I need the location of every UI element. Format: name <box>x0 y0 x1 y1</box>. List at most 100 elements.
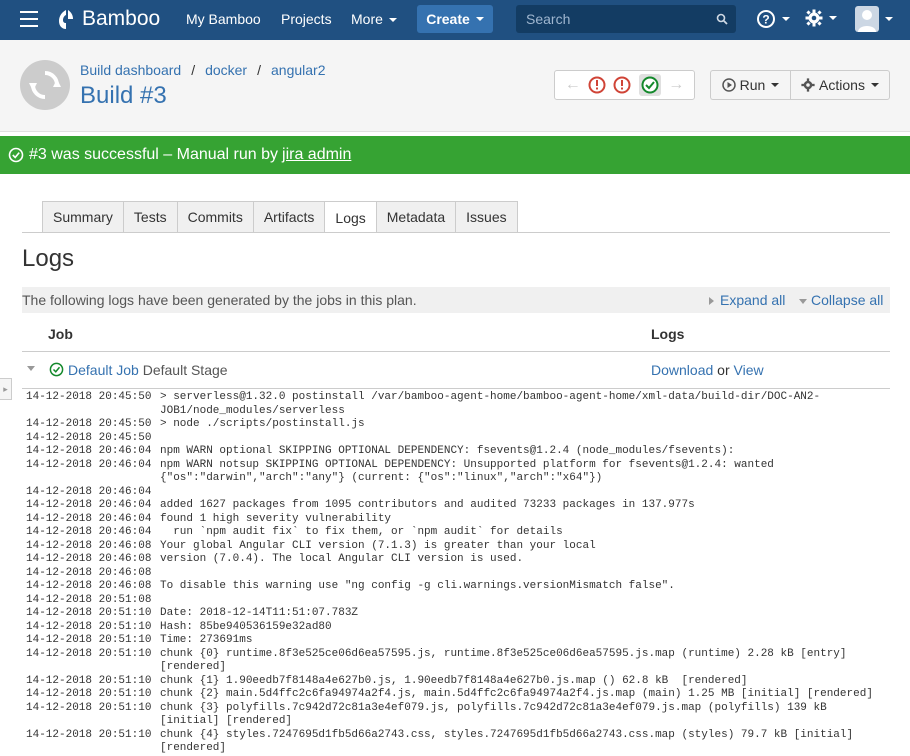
collapse-all-label: Collapse all <box>811 292 884 308</box>
breadcrumb: Build dashboard / docker / angular2 <box>80 62 326 78</box>
log-line: 14-12-2018 20:46:04 npm WARN notsup SKIPP… <box>22 459 890 486</box>
tab-commits[interactable]: Commits <box>176 201 254 232</box>
log-line: 14-12-2018 20:51:10 Time: 273691ms <box>22 634 890 648</box>
log-message: npm WARN optional SKIPPING OPTIONAL DEPE… <box>160 445 735 457</box>
search-input[interactable] <box>516 5 736 33</box>
log-timestamp: 14-12-2018 20:51:10 <box>26 728 152 741</box>
log-message: Hash: 85be940536159e32ad80 <box>160 620 332 633</box>
bamboo-logo[interactable]: Bamboo <box>56 7 160 31</box>
menu-icon[interactable] <box>20 11 38 27</box>
previous-build-arrow-icon[interactable]: ← <box>565 76 581 94</box>
user-menu[interactable] <box>855 6 893 32</box>
log-message <box>160 432 890 446</box>
job-log-links: Download or View <box>651 362 764 378</box>
collapse-all-link[interactable]: Collapse all <box>799 292 883 308</box>
top-navigation: Bamboo My Bamboo Projects More Create ? <box>0 0 910 40</box>
log-timestamp: 14-12-2018 20:51:10 <box>26 620 152 633</box>
help-icon: ? <box>757 10 775 28</box>
tab-metadata[interactable]: Metadata <box>375 201 457 232</box>
log-message <box>160 594 890 608</box>
log-line: 14-12-2018 20:45:50 > node ./scripts/post… <box>22 418 890 432</box>
log-timestamp: 14-12-2018 20:51:10 <box>26 701 152 714</box>
log-timestamp: 14-12-2018 20:46:08 <box>26 580 152 592</box>
create-label: Create <box>426 11 470 27</box>
breadcrumb-build-dashboard[interactable]: Build dashboard <box>80 62 181 78</box>
chevron-down-icon <box>885 17 893 21</box>
create-button[interactable]: Create <box>417 5 493 33</box>
log-line: 14-12-2018 20:46:08 Your global Angular C… <box>22 540 890 554</box>
nav-my-bamboo[interactable]: My Bamboo <box>186 11 261 27</box>
actions-label: Actions <box>819 77 865 93</box>
nav-more-label: More <box>351 11 383 27</box>
banner-user-link[interactable]: jira admin <box>282 146 351 164</box>
nav-projects[interactable]: Projects <box>281 11 332 27</box>
log-message: To disable this warning use "ng config -… <box>160 580 675 592</box>
chevron-right-icon <box>709 297 714 306</box>
expand-all-label: Expand all <box>720 292 786 308</box>
chevron-down-icon <box>771 83 780 87</box>
help-menu[interactable]: ? <box>756 9 790 29</box>
tab-issues[interactable]: Issues <box>455 201 518 232</box>
log-line: 14-12-2018 20:51:10 chunk {2} main.5d4ffc… <box>22 688 890 702</box>
svg-text:?: ? <box>762 13 769 27</box>
build-history-navigator: ← → <box>554 70 695 100</box>
column-header-logs: Logs <box>651 326 685 342</box>
job-stage: Default Stage <box>142 362 228 378</box>
log-line: 14-12-2018 20:46:04 found 1 high severity… <box>22 513 890 527</box>
failed-build-icon[interactable] <box>588 76 606 94</box>
failed-build-icon[interactable] <box>613 76 631 94</box>
next-build-arrow-icon[interactable]: → <box>668 76 684 94</box>
log-message: chunk {0} runtime.8f3e525ce06d6ea57595.j… <box>160 647 854 674</box>
log-message: chunk {3} polyfills.7c942d72c81a3e4ef079… <box>160 701 834 728</box>
log-message: > serverless@1.32.0 postinstall /var/bam… <box>160 391 821 417</box>
chevron-down-icon <box>782 17 790 21</box>
sidebar-expand-handle[interactable]: ▸ <box>0 378 12 400</box>
result-tabs: Summary Tests Commits Artifacts Logs Met… <box>42 201 518 233</box>
successful-build-icon[interactable] <box>638 74 661 96</box>
run-button[interactable]: Run <box>710 70 790 100</box>
job-name-link[interactable]: Default Job Default Stage <box>68 362 228 378</box>
breadcrumb-angular2[interactable]: angular2 <box>271 62 326 78</box>
job-name: Default Job <box>68 362 139 378</box>
log-message: run `npm audit fix` to fix them, or `npm… <box>160 526 563 538</box>
or-text: or <box>713 362 734 378</box>
tab-artifacts[interactable]: Artifacts <box>252 201 326 232</box>
log-line: 14-12-2018 20:45:50 > serverless@1.32.0 p… <box>22 391 890 418</box>
chevron-right-icon: ▸ <box>3 383 8 394</box>
gear-icon <box>801 78 815 92</box>
search-icon[interactable] <box>716 13 728 25</box>
logo-text: Bamboo <box>82 7 161 30</box>
tab-summary[interactable]: Summary <box>42 201 124 232</box>
tab-logs[interactable]: Logs <box>324 201 377 233</box>
log-timestamp: 14-12-2018 20:45:50 <box>26 418 152 430</box>
log-line: 14-12-2018 20:46:04 <box>22 486 890 500</box>
log-message: Your global Angular CLI version (7.1.3) … <box>160 539 596 552</box>
job-row: Default Job Default Stage Download or Vi… <box>22 353 890 387</box>
view-link[interactable]: View <box>734 362 764 378</box>
build-avatar <box>20 60 70 110</box>
log-line: 14-12-2018 20:51:10 Hash: 85be940536159e3… <box>22 621 890 635</box>
check-circle-icon <box>49 362 64 377</box>
download-link[interactable]: Download <box>651 362 713 378</box>
chevron-down-icon <box>829 16 837 20</box>
collapse-toggle-icon[interactable] <box>27 366 35 371</box>
log-line: 14-12-2018 20:51:10 chunk {1} 1.90eedb7f8… <box>22 675 890 689</box>
actions-button[interactable]: Actions <box>790 70 890 100</box>
tabs-divider <box>22 232 890 233</box>
log-timestamp: 14-12-2018 20:51:10 <box>26 607 152 619</box>
breadcrumb-docker[interactable]: docker <box>205 62 247 78</box>
log-timestamp: 14-12-2018 20:46:08 <box>26 553 152 565</box>
nav-more[interactable]: More <box>351 11 397 27</box>
log-timestamp: 14-12-2018 20:46:04 <box>26 445 152 457</box>
log-line: 14-12-2018 20:46:04 added 1627 packages f… <box>22 499 890 513</box>
tab-tests[interactable]: Tests <box>122 201 178 232</box>
settings-menu[interactable] <box>805 9 837 27</box>
chevron-down-icon <box>388 18 397 23</box>
expand-all-link[interactable]: Expand all <box>709 292 785 308</box>
run-label: Run <box>739 77 766 93</box>
log-message: version (7.0.4). The local Angular CLI v… <box>160 553 524 565</box>
log-timestamp: 14-12-2018 20:46:04 <box>26 458 152 471</box>
log-timestamp: 14-12-2018 20:46:04 <box>26 499 152 511</box>
log-timestamp: 14-12-2018 20:46:08 <box>26 566 152 579</box>
bamboo-logo-icon <box>59 10 73 29</box>
